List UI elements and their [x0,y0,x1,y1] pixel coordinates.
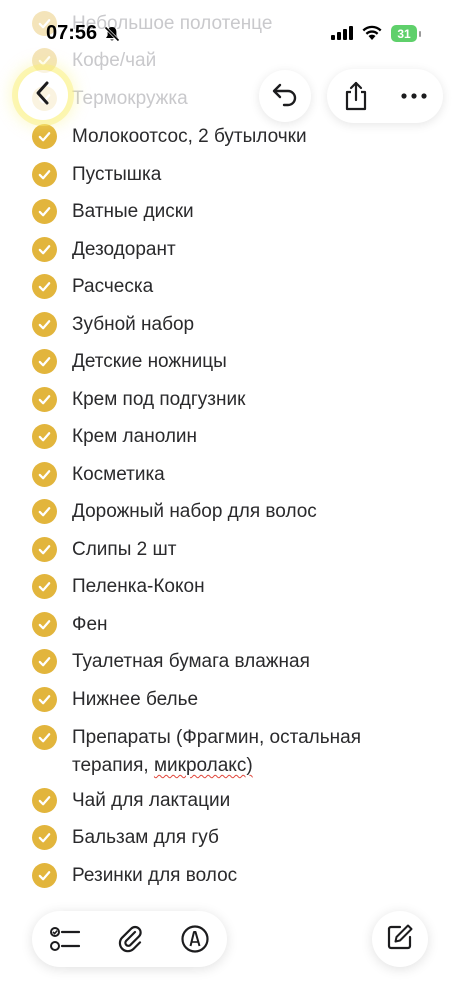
checklist-item-label[interactable]: Дорожный набор для волос [72,498,317,526]
checkmark-icon[interactable] [32,462,57,487]
checklist-item[interactable]: Пеленка-Кокон [0,573,461,610]
checklist-item[interactable]: Пустышка [0,161,461,198]
checklist-item-label[interactable]: Фен [72,611,108,639]
checklist-item[interactable]: Препараты (Фрагмин, остальная терапия, м… [0,724,461,784]
undo-icon [271,81,299,112]
checkmark-icon[interactable] [32,387,57,412]
checklist-item-label[interactable]: Расческа [72,273,153,301]
checklist-item-label[interactable]: Крем под подгузник [72,386,245,414]
checkmark-icon[interactable] [32,612,57,637]
checklist-item[interactable]: Нижнее белье [0,686,461,723]
wifi-icon [361,24,383,46]
checklist-item[interactable]: Резинки для волос [0,862,461,899]
checklist-item[interactable]: Чай для лактации [0,787,461,824]
back-button[interactable] [18,70,68,120]
checklist-item[interactable]: Дорожный набор для волос [0,498,461,535]
checkmark-icon[interactable] [32,863,57,888]
cellular-signal-icon [331,26,353,45]
checklist-item-label[interactable]: Пустышка [72,161,161,189]
checklist-item-label[interactable]: Слипы 2 шт [72,536,176,564]
checkmark-icon[interactable] [32,499,57,524]
checkmark-icon[interactable] [32,274,57,299]
checklist-item-label[interactable]: Пеленка-Кокон [72,573,205,601]
checkmark-icon[interactable] [32,312,57,337]
checklist-item[interactable]: Зубной набор [0,311,461,348]
checklist-item-label[interactable]: Крем ланолин [72,423,197,451]
checklist-item[interactable]: Молокоотсос, 2 бутылочки [0,123,461,160]
bottom-toolbar [32,911,227,967]
checkmark-icon[interactable] [32,788,57,813]
share-icon[interactable] [336,76,376,116]
undo-button[interactable] [259,70,311,122]
status-time: 07:56 [46,22,98,44]
checklist-item-label[interactable]: Резинки для волос [72,862,237,890]
battery-icon: 31 [391,25,417,42]
checklist-item-label[interactable]: Косметика [72,461,165,489]
checkmark-icon[interactable] [32,825,57,850]
checklist-item-label[interactable]: Молокоотсос, 2 бутылочки [72,123,307,151]
checklist-item-label[interactable]: Детские ножницы [72,348,227,376]
battery-level: 31 [397,26,411,41]
checklist-item[interactable]: Косметика [0,461,461,498]
checklist-item[interactable]: Расческа [0,273,461,310]
checkmark-icon[interactable] [32,649,57,674]
checklist-item-label[interactable]: Зубной набор [72,311,194,339]
checklist-item-label[interactable]: Чай для лактации [72,787,230,815]
checkmark-icon[interactable] [32,162,57,187]
checkmark-icon[interactable] [32,574,57,599]
checklist-item-label[interactable]: Термокружка [72,85,188,113]
checklist-item-label[interactable]: Ватные диски [72,198,194,226]
checkmark-icon[interactable] [32,124,57,149]
checklist-item-label[interactable]: Туалетная бумага влажная [72,648,310,676]
checklist-item[interactable]: Туалетная бумага влажная [0,648,461,685]
pen-markup-icon[interactable] [173,917,217,961]
compose-icon [386,923,414,956]
checkmark-icon[interactable] [32,537,57,562]
checklist-item[interactable]: Ватные диски [0,198,461,235]
checklist-item-label[interactable]: Бальзам для губ [72,824,219,852]
checkmark-icon[interactable] [32,687,57,712]
paperclip-icon[interactable] [108,917,152,961]
checklist-item-label[interactable]: Препараты (Фрагмин, остальная терапия, м… [72,724,432,780]
checkmark-icon[interactable] [32,725,57,750]
checklist-item[interactable]: Детские ножницы [0,348,461,385]
bell-slash-icon [103,25,121,48]
checklist-item[interactable]: Дезодорант [0,236,461,273]
top-actions-pill [327,69,443,123]
checklist-item[interactable]: Фен [0,611,461,648]
checkmark-icon[interactable] [32,349,57,374]
status-bar: 07:56 31 [0,0,461,50]
checkmark-icon[interactable] [32,199,57,224]
checklist-item[interactable]: Крем под подгузник [0,386,461,423]
checklist-item-label[interactable]: Кофе/чай [72,47,156,75]
checkmark-icon[interactable] [32,237,57,262]
checklist-item-label[interactable]: Дезодорант [72,236,176,264]
checklist-item[interactable]: Бальзам для губ [0,824,461,861]
checklist-item[interactable]: Крем ланолин [0,423,461,460]
chevron-left-icon [32,80,54,111]
more-icon[interactable] [394,76,434,116]
battery-tip [419,31,421,37]
checklist-icon[interactable] [43,917,87,961]
checkmark-icon[interactable] [32,424,57,449]
checklist-item-label[interactable]: Нижнее белье [72,686,198,714]
misspelled-word[interactable]: микролакс) [154,755,253,776]
compose-button[interactable] [372,911,428,967]
checklist-item[interactable]: Слипы 2 шт [0,536,461,573]
